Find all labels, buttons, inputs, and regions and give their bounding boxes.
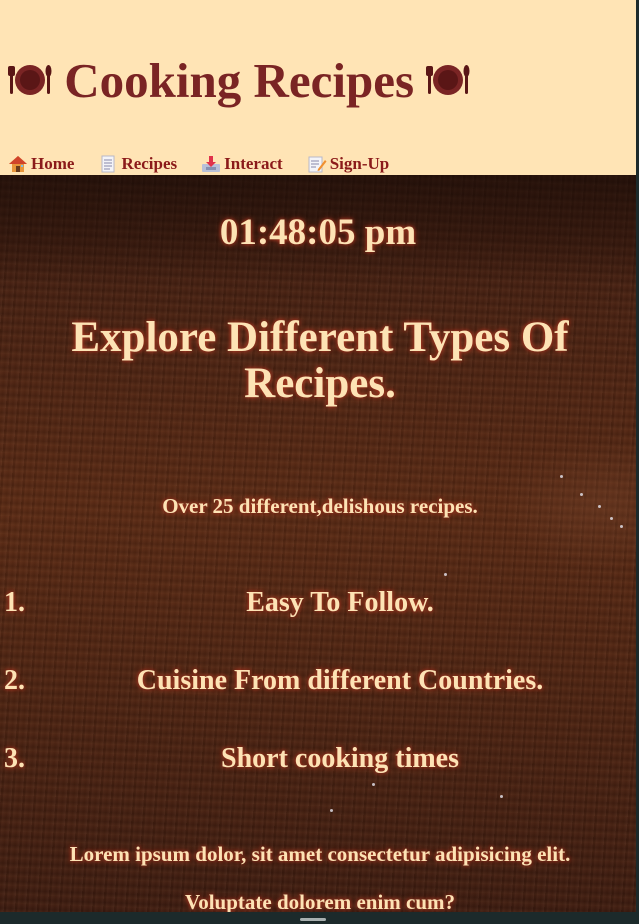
list-number: 3. — [4, 743, 25, 774]
hero-section: 01:48:05 pm Explore Different Types Of R… — [0, 175, 636, 912]
list-text: Short cooking times — [221, 743, 459, 774]
lorem-text: Voluptate dolorem enim cum? — [184, 890, 456, 912]
title-text: Cooking Recipes — [64, 53, 415, 108]
scroll-handle[interactable] — [300, 918, 326, 921]
list-number: 1. — [4, 587, 25, 618]
list-number: 2. — [4, 665, 25, 696]
memo-pencil-icon — [307, 155, 327, 173]
hero-subline: Over 25 different,delishous recipes. — [162, 494, 478, 518]
list-item: 1. Easy To Follow. — [0, 583, 636, 623]
sparkle-decoration — [372, 783, 375, 786]
sparkle-decoration — [580, 493, 583, 496]
sparkle-decoration — [500, 795, 503, 798]
hero-headline: Explore Different Types Of Recipes. — [71, 314, 569, 407]
nav-interact-link[interactable]: Interact — [201, 154, 283, 174]
inbox-tray-icon — [201, 155, 221, 173]
nav-recipes-label: Recipes — [121, 154, 178, 173]
site-header: Cooking Recipes Home Recipes Interact Si… — [0, 0, 636, 175]
sparkle-decoration — [330, 809, 333, 812]
sparkle-decoration — [610, 517, 613, 520]
list-item: 2. Cuisine From different Countries. — [0, 661, 636, 701]
nav-signup-label: Sign-Up — [329, 154, 390, 173]
nav-recipes-link[interactable]: Recipes — [98, 154, 177, 174]
nav-signup-link[interactable]: Sign-Up — [307, 154, 390, 174]
house-icon — [8, 155, 28, 173]
list-text: Cuisine From different Countries. — [136, 665, 544, 696]
plate-with-cutlery-icon — [8, 53, 52, 111]
document-icon — [98, 155, 118, 173]
nav-home-link[interactable]: Home — [8, 154, 74, 174]
plate-with-cutlery-icon — [426, 53, 470, 111]
nav-home-label: Home — [31, 154, 75, 173]
lorem-text: Lorem ipsum dolor, sit amet consectetur … — [69, 842, 571, 866]
sparkle-decoration — [444, 573, 447, 576]
nav-interact-label: Interact — [224, 154, 283, 173]
sparkle-decoration — [620, 525, 623, 528]
clock-display: 01:48:05 pm — [219, 212, 417, 253]
sparkle-decoration — [560, 475, 563, 478]
main-nav: Home Recipes Interact Sign-Up — [8, 154, 413, 174]
list-text: Easy To Follow. — [246, 587, 434, 618]
sparkle-decoration — [598, 505, 601, 508]
list-item: 3. Short cooking times — [0, 739, 636, 779]
page-title: Cooking Recipes — [8, 52, 470, 111]
